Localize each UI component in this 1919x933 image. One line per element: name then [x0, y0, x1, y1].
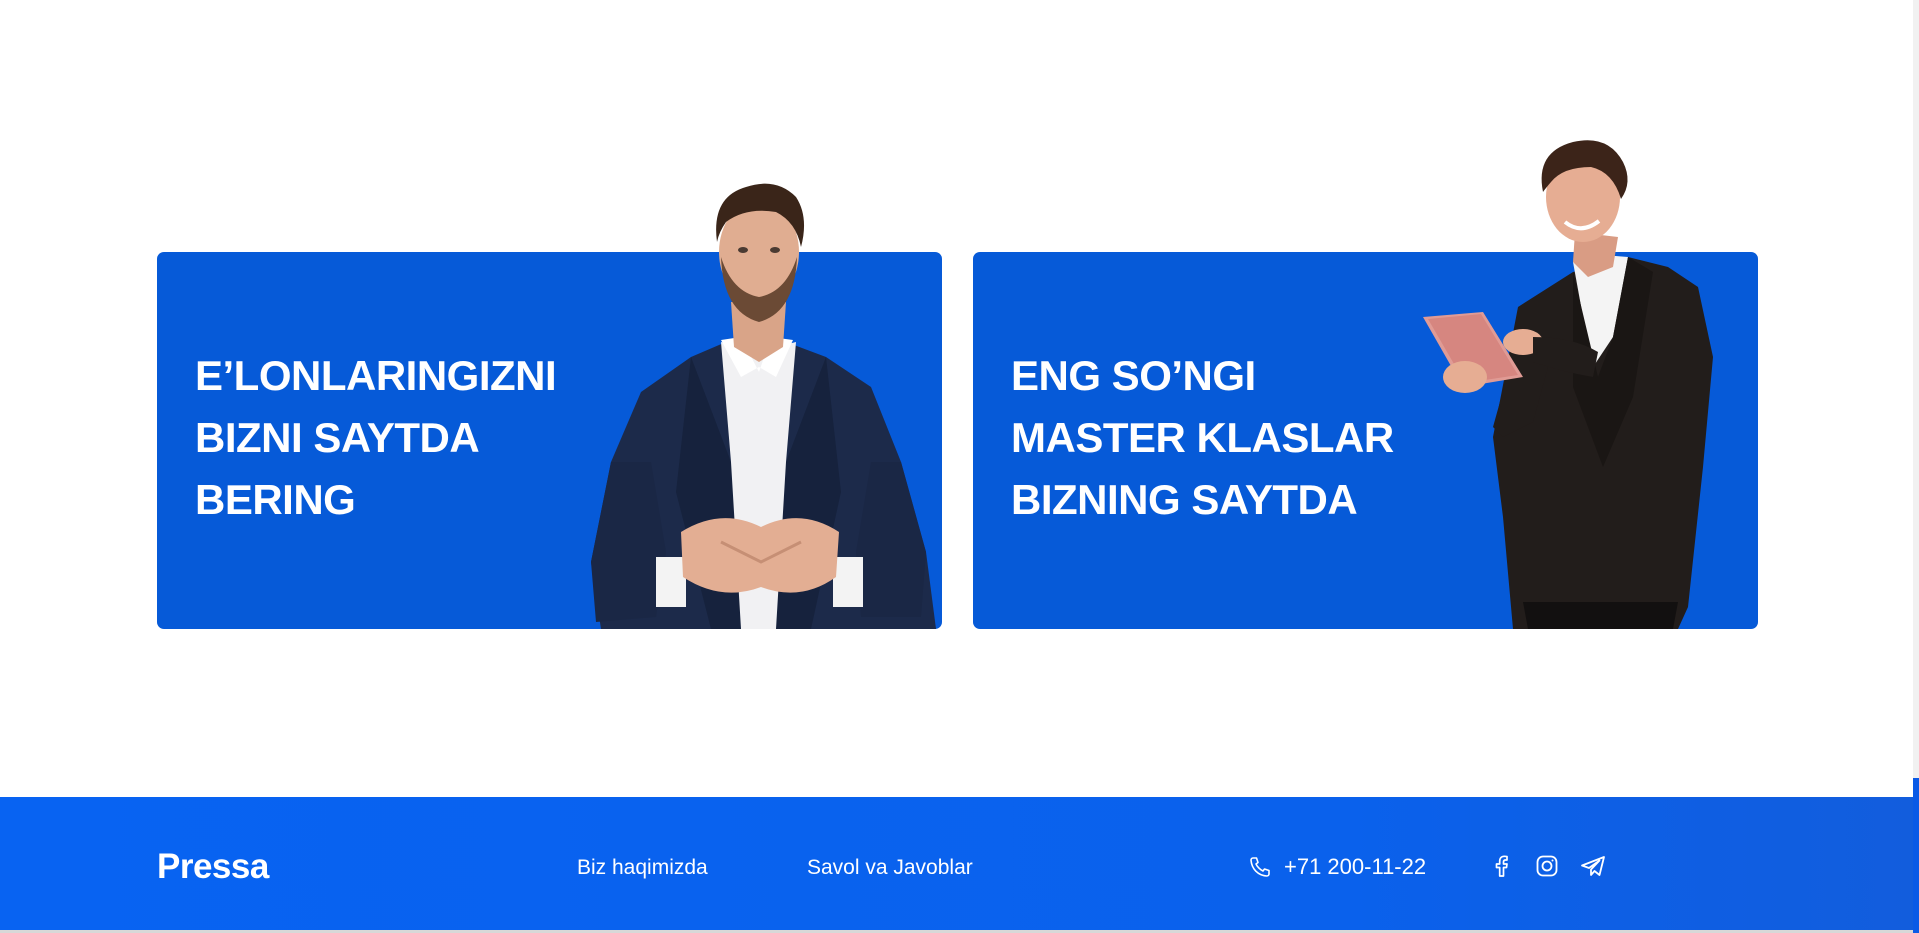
- banner-title-line: MASTER KLASLAR: [1011, 414, 1394, 461]
- banner-post-ads[interactable]: E’LONLARINGIZNI BIZNI SAYTDA BERING: [157, 183, 942, 629]
- banner-title: E’LONLARINGIZNI BIZNI SAYTDA BERING: [195, 345, 557, 531]
- phone-number: +71 200-11-22: [1284, 854, 1427, 879]
- banner-title: ENG SO’NGI MASTER KLASLAR BIZNING SAYTDA: [1011, 345, 1394, 531]
- page: E’LONLARINGIZNI BIZNI SAYTDA BERING ENG …: [0, 0, 1919, 933]
- footer-link-about[interactable]: Biz haqimizda: [577, 855, 708, 881]
- businessman-with-tablet-photo: [1423, 140, 1713, 629]
- instagram-icon[interactable]: [1534, 852, 1560, 880]
- banner-title-line: BERING: [195, 476, 356, 523]
- social-links: [1488, 852, 1606, 880]
- footer: Pressa Biz haqimizda Savol va Javoblar +…: [0, 797, 1913, 933]
- banner-title-line: BIZNI SAYTDA: [195, 414, 480, 461]
- scrollbar-thumb[interactable]: [1913, 778, 1919, 933]
- banner-master-classes[interactable]: ENG SO’NGI MASTER KLASLAR BIZNING SAYTDA: [973, 140, 1758, 629]
- footer-phone[interactable]: +71 200-11-22: [1248, 852, 1426, 882]
- facebook-icon[interactable]: [1488, 852, 1514, 880]
- telegram-icon[interactable]: [1580, 852, 1606, 880]
- footer-logo[interactable]: Pressa: [157, 847, 269, 887]
- phone-icon: [1250, 857, 1270, 877]
- footer-link-faq[interactable]: Savol va Javoblar: [807, 855, 973, 881]
- banner-title-line: ENG SO’NGI: [1011, 352, 1256, 399]
- businessman-clasped-hands-photo: [591, 183, 936, 629]
- banner-title-line: E’LONLARINGIZNI: [195, 352, 557, 399]
- banner-title-line: BIZNING SAYTDA: [1011, 476, 1358, 523]
